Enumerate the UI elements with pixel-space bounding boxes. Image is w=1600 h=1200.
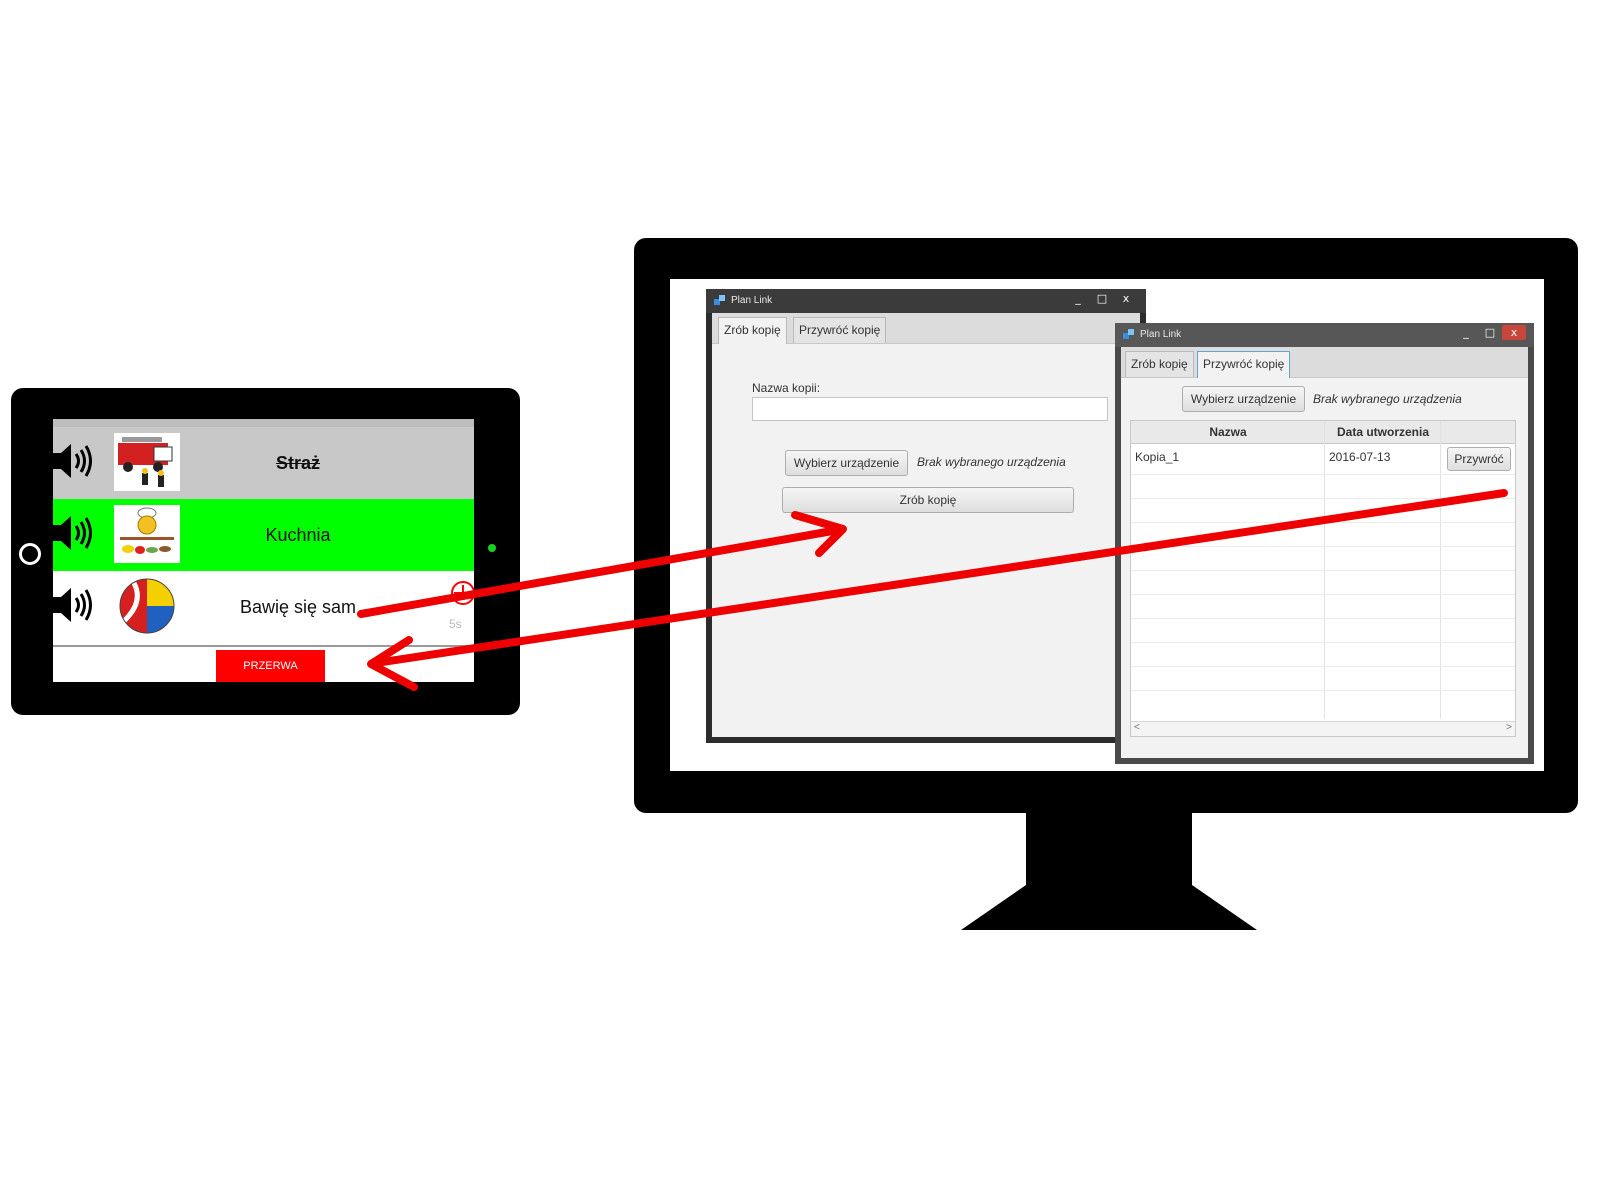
arrow-restore-to-tablet xyxy=(367,489,1508,691)
sync-arrows xyxy=(357,489,1508,691)
arrow-tablet-to-backup xyxy=(357,511,847,618)
